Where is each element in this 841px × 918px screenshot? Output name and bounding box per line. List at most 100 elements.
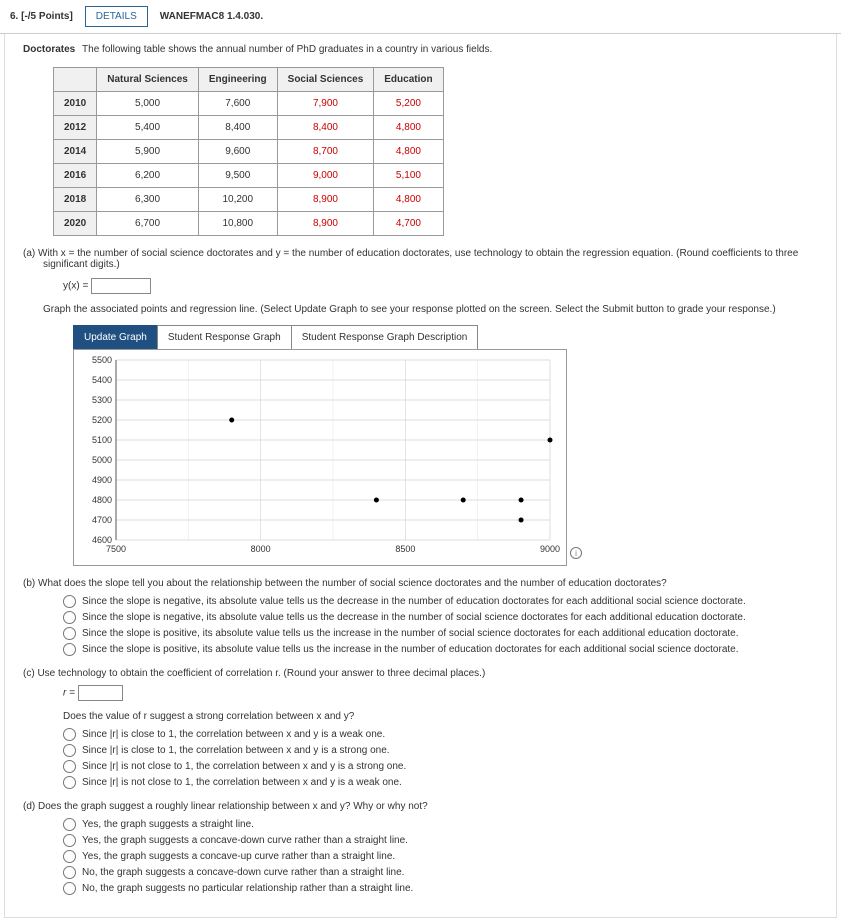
option-radio[interactable] [63, 882, 76, 895]
data-cell: 4,800 [374, 188, 443, 212]
svg-text:4800: 4800 [92, 495, 112, 505]
data-cell: 4,800 [374, 116, 443, 140]
data-cell: 10,200 [198, 188, 277, 212]
svg-text:8500: 8500 [395, 544, 415, 554]
data-cell: 8,700 [277, 140, 374, 164]
option-radio[interactable] [63, 776, 76, 789]
option-radio[interactable] [63, 866, 76, 879]
svg-text:8000: 8000 [251, 544, 271, 554]
option-radio[interactable] [63, 760, 76, 773]
data-cell: 5,400 [97, 116, 199, 140]
option-row: Since the slope is negative, its absolut… [63, 611, 818, 624]
r-row: r = [63, 685, 818, 701]
data-cell: 5,000 [97, 92, 199, 116]
option-label: Yes, the graph suggests a straight line. [82, 819, 254, 830]
data-cell: 7,600 [198, 92, 277, 116]
year-cell: 2018 [54, 188, 97, 212]
option-row: No, the graph suggests a concave-down cu… [63, 866, 818, 879]
r-label: r = [63, 688, 78, 699]
svg-text:7500: 7500 [106, 544, 126, 554]
data-cell: 8,900 [277, 212, 374, 236]
option-radio[interactable] [63, 643, 76, 656]
option-label: Since |r| is close to 1, the correlation… [82, 745, 390, 756]
option-radio[interactable] [63, 834, 76, 847]
data-cell: 4,800 [374, 140, 443, 164]
yx-input[interactable] [91, 278, 151, 294]
part-c-label: (c) [23, 668, 35, 679]
option-radio[interactable] [63, 818, 76, 831]
part-b-label: (b) [23, 578, 35, 589]
part-d-text: Does the graph suggest a roughly linear … [38, 801, 428, 812]
option-radio[interactable] [63, 728, 76, 741]
table-header: Natural Sciences [97, 68, 199, 92]
info-icon[interactable]: i [570, 547, 582, 559]
table-header [54, 68, 97, 92]
year-cell: 2014 [54, 140, 97, 164]
table-row: 20105,0007,6007,9005,200 [54, 92, 444, 116]
option-label: No, the graph suggests no particular rel… [82, 883, 413, 894]
svg-text:4700: 4700 [92, 515, 112, 525]
option-row: Since |r| is close to 1, the correlation… [63, 728, 818, 741]
table-row: 20166,2009,5009,0005,100 [54, 164, 444, 188]
table-row: 20186,30010,2008,9004,800 [54, 188, 444, 212]
option-label: Since |r| is not close to 1, the correla… [82, 777, 402, 788]
question-number: 6. [-/5 Points] [10, 11, 73, 22]
option-label: No, the graph suggests a concave-down cu… [82, 867, 404, 878]
data-table: Natural SciencesEngineeringSocial Scienc… [53, 67, 444, 236]
option-row: Since the slope is positive, its absolut… [63, 643, 818, 656]
option-radio[interactable] [63, 850, 76, 863]
option-radio[interactable] [63, 611, 76, 624]
year-cell: 2012 [54, 116, 97, 140]
data-cell: 9,000 [277, 164, 374, 188]
data-cell: 6,700 [97, 212, 199, 236]
table-row: 20206,70010,8008,9004,700 [54, 212, 444, 236]
update-graph-button[interactable]: Update Graph [73, 325, 158, 350]
svg-text:5200: 5200 [92, 415, 112, 425]
part-b-text: What does the slope tell you about the r… [38, 578, 667, 589]
option-radio[interactable] [63, 744, 76, 757]
svg-text:9000: 9000 [540, 544, 560, 554]
data-cell: 8,400 [277, 116, 374, 140]
data-cell: 4,700 [374, 212, 443, 236]
graph-box: Update Graph Student Response Graph Stud… [73, 325, 818, 566]
option-label: Since the slope is positive, its absolut… [82, 628, 739, 639]
details-button[interactable]: DETAILS [85, 6, 148, 27]
question-header: 6. [-/5 Points] DETAILS WANEFMAC8 1.4.03… [0, 0, 841, 34]
part-b: (b) What does the slope tell you about t… [23, 578, 818, 656]
part-a-text: With x = the number of social science do… [38, 248, 798, 270]
data-cell: 5,100 [374, 164, 443, 188]
data-cell: 6,200 [97, 164, 199, 188]
graph-canvas: 4600470048004900500051005200530054005500… [73, 349, 567, 566]
data-cell: 5,200 [374, 92, 443, 116]
svg-text:5100: 5100 [92, 435, 112, 445]
option-row: Yes, the graph suggests a concave-down c… [63, 834, 818, 847]
r-input[interactable] [78, 685, 123, 701]
option-label: Since the slope is negative, its absolut… [82, 612, 746, 623]
data-cell: 10,800 [198, 212, 277, 236]
table-row: 20145,9009,6008,7004,800 [54, 140, 444, 164]
table-header: Education [374, 68, 443, 92]
data-cell: 8,400 [198, 116, 277, 140]
data-cell: 7,900 [277, 92, 374, 116]
graph-tabs: Update Graph Student Response Graph Stud… [73, 325, 818, 350]
part-c-text: Use technology to obtain the coefficient… [37, 668, 485, 679]
option-radio[interactable] [63, 595, 76, 608]
scatter-point [519, 518, 524, 523]
option-row: Since |r| is close to 1, the correlation… [63, 744, 818, 757]
part-a: (a) With x = the number of social scienc… [23, 248, 818, 566]
option-radio[interactable] [63, 627, 76, 640]
data-cell: 9,600 [198, 140, 277, 164]
svg-text:5000: 5000 [92, 455, 112, 465]
option-label: Since |r| is not close to 1, the correla… [82, 761, 406, 772]
scatter-plot: 4600470048004900500051005200530054005500… [80, 356, 560, 556]
tab-student-response[interactable]: Student Response Graph [157, 325, 292, 350]
part-d: (d) Does the graph suggest a roughly lin… [23, 801, 818, 895]
option-row: Since the slope is positive, its absolut… [63, 627, 818, 640]
part-a-label: (a) [23, 248, 35, 259]
option-row: Since the slope is negative, its absolut… [63, 595, 818, 608]
tab-graph-description[interactable]: Student Response Graph Description [291, 325, 479, 350]
scatter-point [519, 498, 524, 503]
option-label: Since |r| is close to 1, the correlation… [82, 729, 385, 740]
scatter-point [229, 418, 234, 423]
option-label: Yes, the graph suggests a concave-up cur… [82, 851, 395, 862]
